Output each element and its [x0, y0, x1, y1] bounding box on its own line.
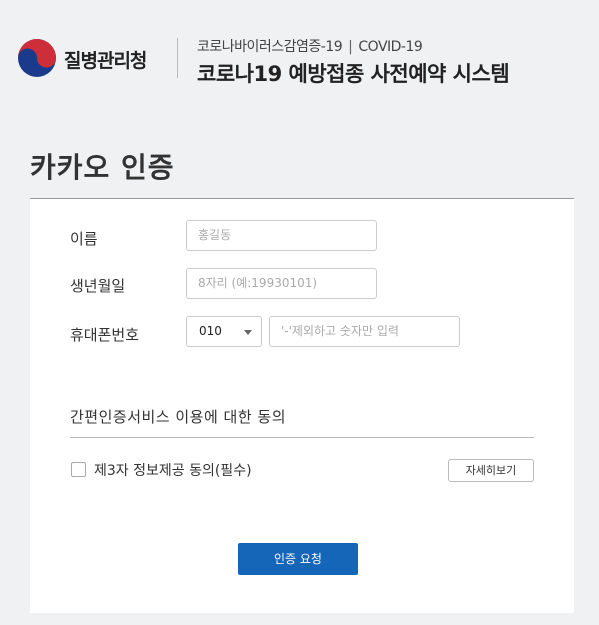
system-title: 코로나19 예방접종 사전예약 시스템 [197, 62, 510, 86]
request-auth-button[interactable]: 인증 요청 [238, 543, 358, 575]
auth-form-card: 이름 홍길동 생년월일 8자리 (예:19930101) 휴대폰번호 010 '… [30, 198, 574, 613]
phone-label: 휴대폰번호 [70, 326, 140, 344]
consent-label[interactable]: 제3자 정보제공 동의(필수) [94, 460, 252, 480]
section-divider [70, 437, 534, 438]
subtitle-korean: 코로나바이러스감염증-19 [197, 39, 343, 55]
phone-number-input[interactable]: '-'제외하고 숫자만 입력 [269, 316, 460, 347]
birth-label: 생년월일 [70, 277, 126, 295]
government-logo-icon [18, 39, 56, 77]
header-subtitle: 코로나바이러스감염증-19 | COVID-19 [197, 36, 423, 56]
phone-prefix-select[interactable]: 010 [186, 316, 262, 347]
chevron-down-icon [244, 330, 252, 335]
name-input[interactable]: 홍길동 [186, 220, 377, 251]
consent-checkbox[interactable] [71, 462, 86, 477]
view-details-button[interactable]: 자세히보기 [448, 459, 534, 482]
name-label: 이름 [70, 230, 98, 248]
header-divider [177, 38, 178, 78]
phone-prefix-value: 010 [199, 324, 222, 338]
page-title: 카카오 인증 [30, 151, 175, 184]
birth-date-input[interactable]: 8자리 (예:19930101) [186, 268, 377, 299]
site-header: 질병관리청 코로나바이러스감염증-19 | COVID-19 코로나19 예방접종 … [0, 0, 599, 118]
org-name: 질병관리청 [64, 50, 147, 72]
subtitle-english: COVID-19 [358, 39, 423, 55]
subtitle-separator: | [348, 39, 353, 55]
consent-section-title: 간편인증서비스 이용에 대한 동의 [70, 408, 287, 426]
